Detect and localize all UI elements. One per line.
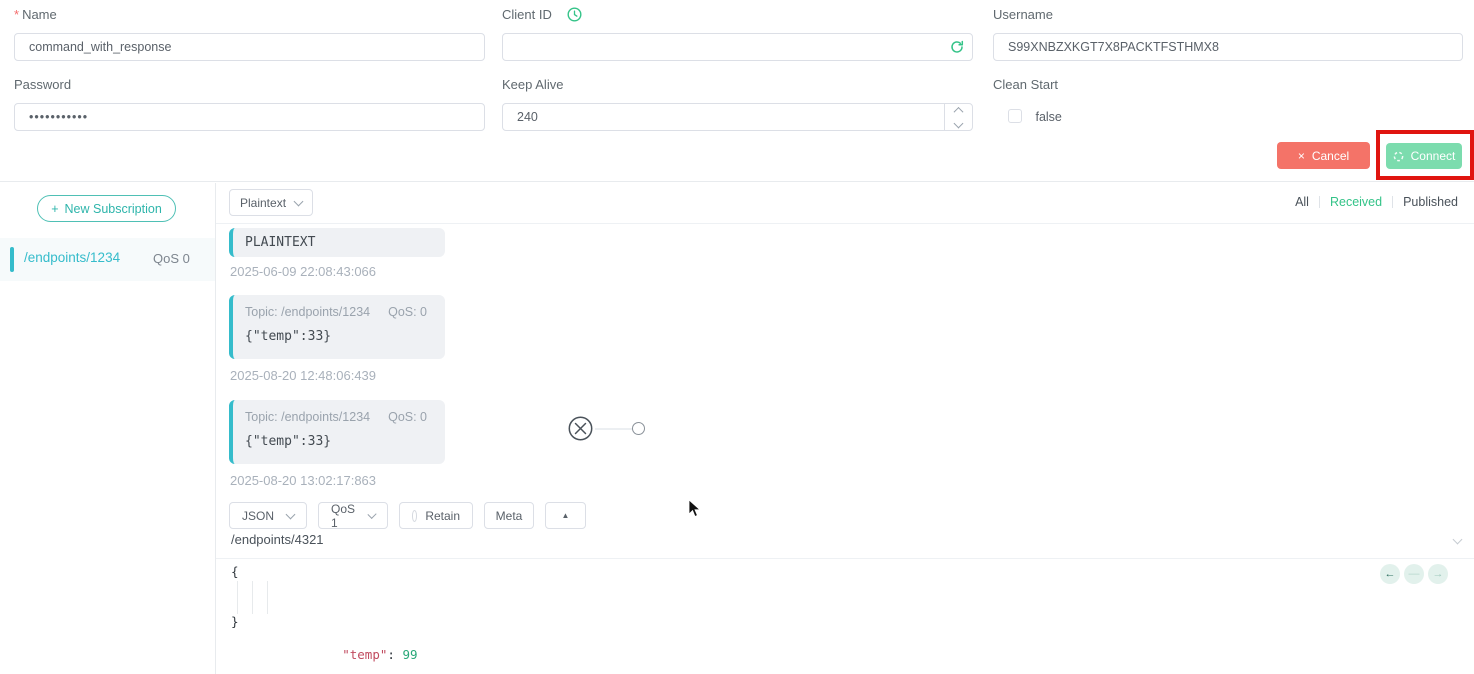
loading-spinner-icon [1393, 151, 1404, 162]
message-qos: QoS: 0 [388, 305, 427, 319]
crossed-circle-icon [568, 416, 593, 441]
clean-start-value: false [1035, 110, 1061, 124]
code-line: { [231, 564, 1461, 581]
message-bubble: Topic: /endpoints/1234 QoS: 0 {"temp":33} [229, 295, 445, 359]
meta-button[interactable]: Meta [484, 502, 534, 529]
message-meta: Topic: /endpoints/1234 QoS: 0 [245, 410, 445, 424]
collapse-panel-button[interactable]: ▲ [545, 502, 586, 529]
minus-icon: — [1409, 568, 1420, 580]
retain-toggle[interactable]: Retain [399, 502, 473, 529]
keep-alive-label: Keep Alive [502, 77, 563, 92]
message-timestamp: 2025-06-09 22:08:43:066 [230, 264, 376, 279]
message-timestamp: 2025-08-20 12:48:06:439 [230, 368, 376, 383]
clear-button[interactable]: — [1404, 564, 1424, 584]
tab-divider [1319, 196, 1320, 208]
clock-icon [567, 7, 582, 22]
tab-received[interactable]: Received [1330, 195, 1382, 209]
name-input[interactable] [14, 33, 485, 61]
arrow-right-icon: → [1433, 568, 1444, 580]
radio-icon [412, 510, 417, 522]
client-id-input-wrap [502, 33, 973, 61]
json-value: 99 [402, 647, 417, 662]
publish-topic-row[interactable]: /endpoints/4321 [231, 531, 1461, 553]
message-timestamp: 2025-08-20 13:02:17:863 [230, 473, 376, 488]
editor-nav-buttons: → — ← [1380, 564, 1448, 584]
plus-icon: + [51, 202, 58, 216]
client-id-input[interactable] [502, 33, 973, 61]
password-label: Password [14, 77, 71, 92]
close-icon: × [1298, 149, 1305, 163]
subscription-item[interactable]: /endpoints/1234 QoS 0 [0, 238, 215, 281]
chevron-down-icon [367, 509, 376, 518]
connection-form: *Name Client ID Username Password Keep A… [0, 0, 1474, 182]
tab-all[interactable]: All [1295, 195, 1309, 209]
message-meta: Topic: /endpoints/1234 QoS: 0 [245, 305, 445, 319]
publish-format-select[interactable]: JSON [229, 502, 307, 529]
small-circle-icon [632, 422, 645, 435]
publish-qos-select[interactable]: QoS 1 [318, 502, 388, 529]
subscriptions-sidebar: + New Subscription /endpoints/1234 QoS 0 [0, 183, 216, 674]
message-topic: Topic: /endpoints/1234 [245, 410, 370, 424]
redo-arrow-button[interactable]: → [1428, 564, 1448, 584]
triangle-up-icon: ▲ [562, 511, 570, 520]
new-subscription-button[interactable]: + New Subscription [37, 195, 176, 222]
editor-divider [216, 558, 1474, 559]
message-filter-tabs: All Received Published [1295, 195, 1458, 209]
connector-line [595, 428, 632, 430]
tab-published[interactable]: Published [1403, 195, 1458, 209]
message-bubble: Topic: /endpoints/1234 QoS: 0 {"temp":33} [229, 400, 445, 464]
subscription-qos: QoS 0 [153, 251, 190, 266]
code-line: "temp": 99 [231, 581, 1461, 598]
message-payload: {"temp":33} [245, 434, 445, 449]
messages-pane: Plaintext All Received Published PLAINTE… [216, 183, 1474, 674]
message-payload: {"temp":33} [245, 329, 445, 344]
stepper-up-icon[interactable] [945, 104, 972, 117]
clean-start-checkbox[interactable] [1008, 109, 1022, 123]
mqtt-client-window: *Name Client ID Username Password Keep A… [0, 0, 1474, 674]
name-label: *Name [14, 7, 57, 22]
password-input[interactable] [14, 103, 485, 131]
subscription-topic: /endpoints/1234 [24, 250, 120, 265]
refresh-icon[interactable] [950, 40, 964, 54]
keep-alive-stepper[interactable] [944, 104, 972, 130]
message-payload: PLAINTEXT [245, 235, 315, 250]
connect-button[interactable]: Connect [1386, 143, 1462, 169]
username-label: Username [993, 7, 1053, 22]
cancel-button[interactable]: × Cancel [1277, 142, 1370, 169]
required-asterisk: * [14, 7, 19, 22]
publish-toolbar: JSON QoS 1 Retain Meta ▲ [229, 502, 586, 529]
code-line [231, 597, 1461, 614]
clean-start-field: false [1008, 109, 1062, 124]
message-qos: QoS: 0 [388, 410, 427, 424]
payload-format-select[interactable]: Plaintext [229, 189, 313, 216]
username-input[interactable] [993, 33, 1463, 61]
toolbar-divider [216, 223, 1474, 224]
message-bubble: PLAINTEXT [229, 228, 445, 257]
chevron-down-icon [286, 509, 296, 519]
chevron-down-icon [294, 196, 304, 206]
clean-start-label: Clean Start [993, 77, 1058, 92]
publish-topic-input[interactable]: /endpoints/4321 [231, 532, 324, 547]
tab-divider [1392, 196, 1393, 208]
undo-arrow-button[interactable]: ← [1380, 564, 1400, 584]
payload-editor[interactable]: { "temp": 99 } [231, 564, 1461, 630]
json-key: "temp" [342, 647, 387, 662]
keep-alive-input[interactable] [502, 103, 973, 131]
client-id-label: Client ID [502, 7, 552, 22]
code-line: } [231, 614, 1461, 631]
keep-alive-input-wrap [502, 103, 973, 131]
stepper-down-icon[interactable] [945, 117, 972, 130]
message-topic: Topic: /endpoints/1234 [245, 305, 370, 319]
arrow-left-icon: ← [1385, 568, 1396, 580]
subscription-accent-bar [10, 247, 14, 272]
mouse-cursor [688, 499, 702, 518]
chevron-down-icon[interactable] [1453, 535, 1463, 545]
